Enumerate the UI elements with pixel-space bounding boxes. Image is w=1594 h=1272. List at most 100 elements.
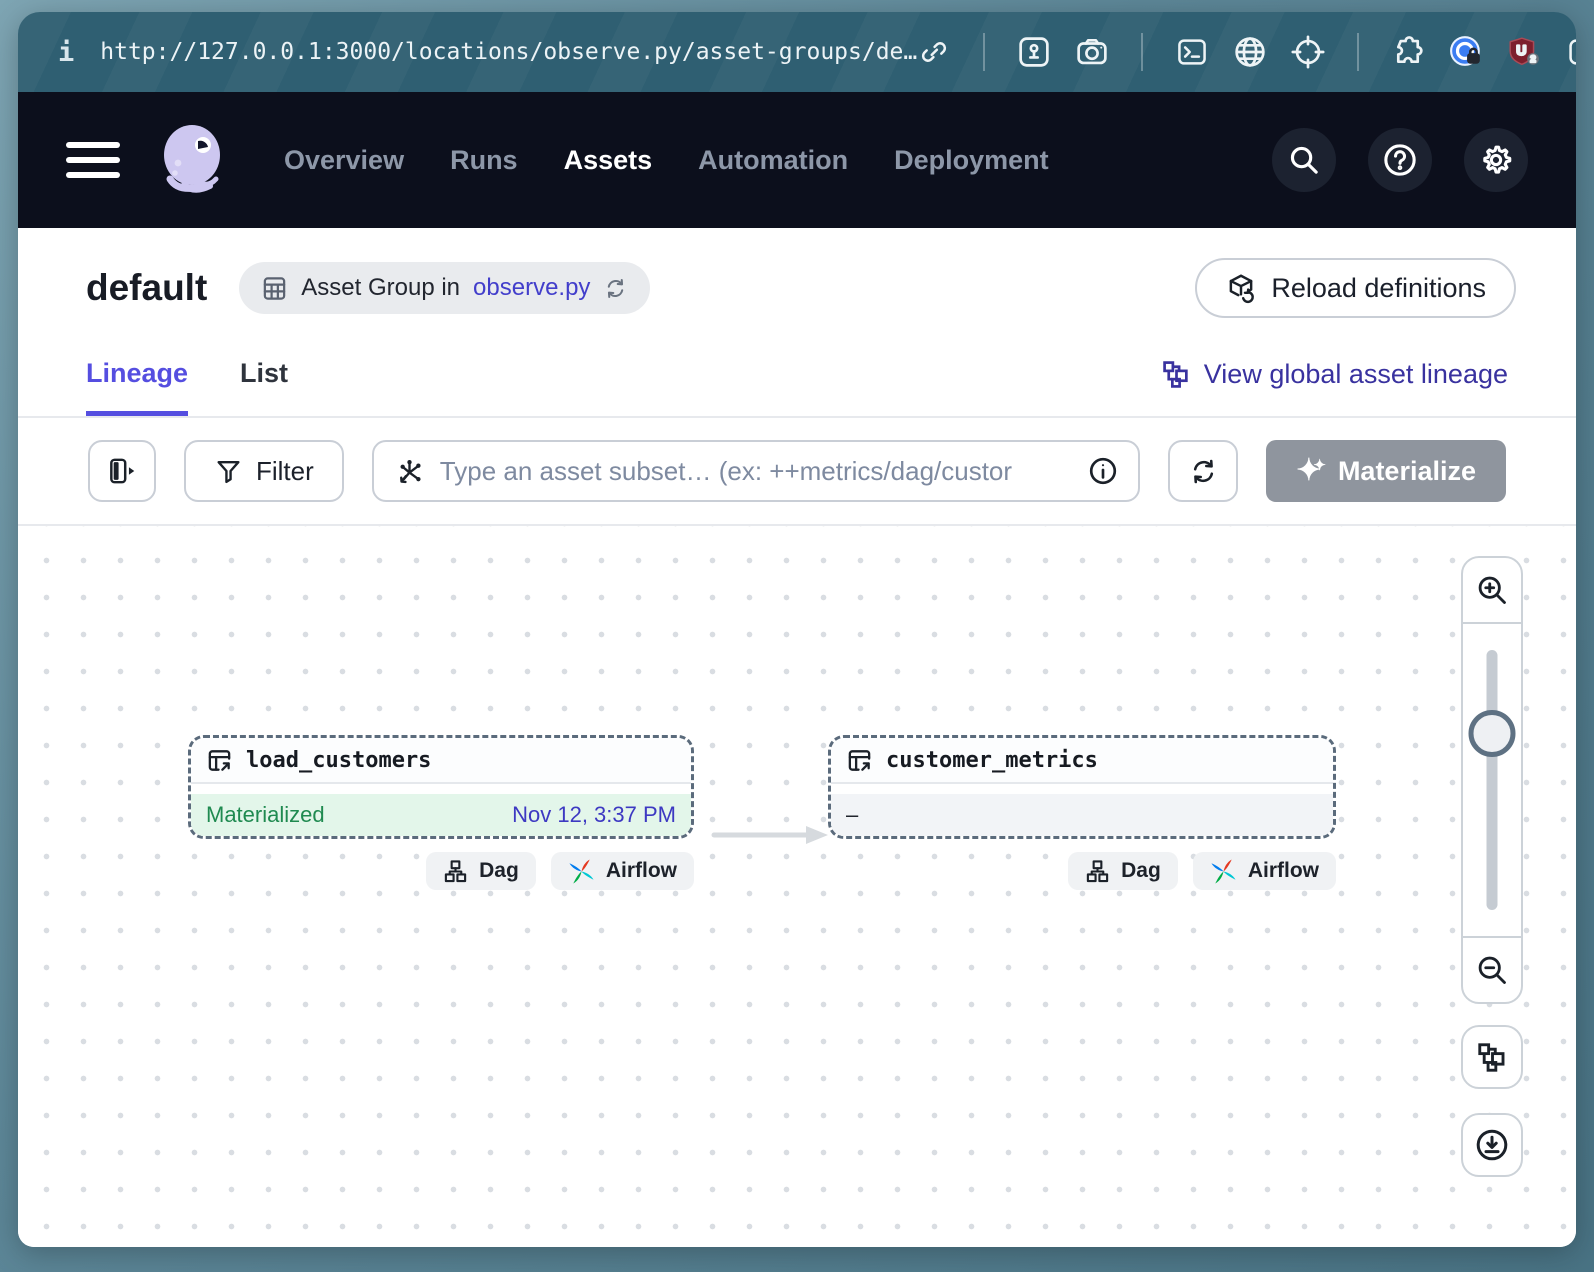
nav-actions (1272, 128, 1528, 192)
graph-layout-icon (1477, 1042, 1508, 1073)
materialize-label: Materialize (1338, 456, 1476, 487)
asset-group-badge: Asset Group in observe.py (239, 262, 650, 314)
extension-flower-icon[interactable] (1017, 35, 1051, 69)
badge-file-link[interactable]: observe.py (473, 274, 590, 302)
zoom-out-icon (1475, 953, 1509, 987)
zoom-out-button[interactable] (1463, 936, 1521, 1002)
tab-list[interactable]: List (240, 358, 288, 416)
asset-group-page: default Asset Group in observe.py Reload… (18, 228, 1576, 1247)
toolbar-separator (983, 33, 985, 71)
tag-label: Airflow (606, 859, 677, 883)
nav-item-assets[interactable]: Assets (564, 145, 653, 176)
copy-link-icon[interactable] (917, 35, 951, 69)
lineage-graph-icon (1162, 360, 1191, 389)
help-button[interactable] (1368, 128, 1432, 192)
settings-gear-button[interactable] (1464, 128, 1528, 192)
badge-prefix: Asset Group in (301, 274, 460, 302)
asset-node-customer-metrics[interactable]: customer_metrics – (828, 735, 1336, 839)
reload-cube-icon (1225, 272, 1257, 304)
page-info-icon[interactable]: i (58, 37, 74, 68)
zoom-slider-handle[interactable] (1469, 710, 1516, 757)
search-button[interactable] (1272, 128, 1336, 192)
tag-dag[interactable]: Dag (426, 852, 536, 890)
badge-refresh-icon[interactable] (603, 276, 628, 301)
asset-subset-icon (394, 456, 425, 487)
relayout-graph-button[interactable] (1461, 1025, 1523, 1089)
password-manager-icon[interactable] (1449, 35, 1483, 69)
refresh-graph-button[interactable] (1168, 440, 1238, 502)
tag-label: Dag (1121, 859, 1161, 883)
svg-text:U: U (1517, 42, 1527, 58)
asset-status-row: – (831, 794, 1333, 836)
asset-node-body: Materialized Nov 12, 3:37 PM (191, 784, 691, 836)
global-lineage-label: View global asset lineage (1204, 359, 1508, 390)
split-view-icon[interactable] (1565, 35, 1576, 69)
toolbar-separator (1357, 33, 1359, 71)
tag-airflow[interactable]: Airflow (1193, 852, 1336, 890)
dag-icon (443, 859, 468, 884)
nav-item-automation[interactable]: Automation (698, 145, 848, 176)
terminal-icon[interactable] (1175, 35, 1209, 69)
tag-airflow[interactable]: Airflow (551, 852, 694, 890)
url-bar[interactable]: http://127.0.0.1:3000/locations/observe.… (100, 39, 917, 65)
puzzle-extensions-icon[interactable] (1391, 35, 1425, 69)
reload-definitions-button[interactable]: Reload definitions (1195, 258, 1516, 318)
dagster-logo[interactable] (152, 119, 234, 201)
zoom-in-button[interactable] (1463, 558, 1521, 624)
adblock-shield-icon[interactable]: U 2 (1507, 35, 1541, 69)
screenshot-camera-icon[interactable] (1075, 35, 1109, 69)
asset-node-load-customers[interactable]: load_customers Materialized Nov 12, 3:37… (188, 735, 694, 839)
target-crosshair-icon[interactable] (1291, 35, 1325, 69)
asset-group-icon (261, 275, 288, 302)
menu-hamburger-icon[interactable] (66, 142, 120, 178)
page-title: default (86, 267, 207, 309)
globe-icon[interactable] (1233, 35, 1267, 69)
asset-name: load_customers (246, 748, 431, 773)
filter-funnel-icon (214, 457, 243, 486)
expand-panel-button[interactable] (88, 440, 156, 502)
panel-expand-icon (106, 455, 138, 487)
asset-table-icon (846, 747, 873, 774)
page-header: default Asset Group in observe.py Reload… (18, 228, 1576, 324)
asset-status-row: Materialized Nov 12, 3:37 PM (191, 794, 691, 836)
asset-table-icon (206, 747, 233, 774)
materialize-button[interactable]: ✦✦ Materialize (1266, 440, 1506, 502)
nav-item-runs[interactable]: Runs (450, 145, 518, 176)
refresh-icon (1188, 456, 1219, 487)
download-image-button[interactable] (1461, 1113, 1523, 1177)
asset-subset-search[interactable] (372, 440, 1140, 502)
tag-label: Dag (479, 859, 519, 883)
zoom-slider[interactable] (1463, 624, 1521, 936)
lineage-canvas[interactable]: load_customers Materialized Nov 12, 3:37… (18, 526, 1576, 1247)
dag-icon (1085, 859, 1110, 884)
status-label: Materialized (206, 802, 325, 828)
view-global-asset-lineage-link[interactable]: View global asset lineage (1162, 359, 1508, 390)
lineage-edge-arrow (710, 825, 830, 845)
filter-toolbar: Filter ✦✦ Materialize (18, 418, 1576, 526)
airflow-icon (1210, 858, 1237, 885)
browser-window: i http://127.0.0.1:3000/locations/observ… (18, 12, 1576, 1247)
badge-count: 2 (1531, 54, 1536, 65)
tag-row-load-customers: Dag Airflow (188, 852, 694, 890)
search-input[interactable] (440, 456, 1073, 487)
nav-item-deployment[interactable]: Deployment (894, 145, 1049, 176)
zoom-in-icon (1475, 573, 1509, 607)
nav-item-overview[interactable]: Overview (284, 145, 404, 176)
filter-button[interactable]: Filter (184, 440, 344, 502)
asset-node-header: load_customers (191, 738, 691, 784)
tag-row-customer-metrics: Dag Airflow (828, 852, 1336, 890)
tab-lineage[interactable]: Lineage (86, 358, 188, 416)
nav-links: Overview Runs Assets Automation Deployme… (284, 145, 1049, 176)
airflow-icon (568, 858, 595, 885)
sparkles-icon: ✦✦ (1296, 456, 1334, 487)
info-icon[interactable] (1088, 456, 1118, 486)
toolbar-actions: U 2 (917, 33, 1576, 71)
status-timestamp[interactable]: Nov 12, 3:37 PM (512, 802, 676, 828)
asset-node-body: – (831, 784, 1333, 836)
asset-node-header: customer_metrics (831, 738, 1333, 784)
tag-dag[interactable]: Dag (1068, 852, 1178, 890)
download-icon (1474, 1127, 1510, 1163)
browser-toolbar: i http://127.0.0.1:3000/locations/observ… (18, 12, 1576, 92)
asset-name: customer_metrics (886, 748, 1098, 773)
zoom-slider-track[interactable] (1487, 650, 1498, 910)
